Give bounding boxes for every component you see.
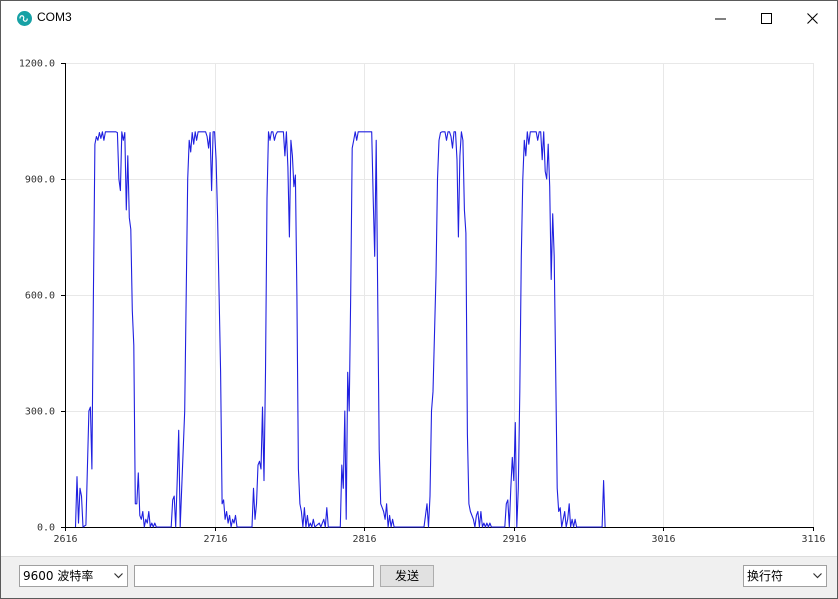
chevron-down-icon [813, 573, 822, 579]
x-tick-label: 2716 [203, 534, 227, 545]
line-ending-select[interactable]: 换行符 [743, 565, 827, 587]
y-tick-label: 0.0 [37, 523, 55, 534]
arduino-logo-icon [17, 11, 32, 26]
close-button[interactable] [790, 1, 836, 37]
y-tick-label: 300.0 [25, 407, 55, 418]
x-tick-label: 2616 [53, 534, 77, 545]
y-tick-label: 600.0 [25, 291, 55, 302]
serial-plot-chart: 0.0 300.0 600.0 900.0 1200.0 2616 2716 2816 2916… [19, 59, 826, 546]
line-ending-value: 换行符 [747, 569, 784, 583]
x-tick-label: 3016 [651, 534, 675, 545]
x-tick-label: 2816 [352, 534, 376, 545]
y-tick-label: 900.0 [25, 175, 55, 186]
series-line [74, 131, 606, 528]
minimize-button[interactable] [698, 1, 744, 37]
x-tick-label: 2916 [502, 534, 526, 545]
window-title: COM3 [37, 10, 72, 24]
minimize-icon [715, 18, 726, 20]
baud-rate-value: 9600 波特率 [23, 569, 94, 583]
send-button[interactable]: 发送 [380, 565, 434, 587]
close-icon [807, 13, 818, 24]
baud-rate-select[interactable]: 9600 波特率 [19, 565, 128, 587]
plot-area: 0.0 300.0 600.0 900.0 1200.0 2616 2716 2816 2916… [1, 37, 837, 556]
y-tick-label: 1200.0 [19, 59, 55, 70]
send-message-input[interactable] [134, 565, 374, 587]
chevron-down-icon [114, 573, 123, 579]
maximize-button[interactable] [744, 1, 790, 37]
serial-plotter-window: COM3 0.0 300.0 600.0 900.0 1200.0 2616 2716 281… [0, 0, 838, 599]
maximize-icon [761, 13, 772, 24]
title-bar[interactable]: COM3 [1, 1, 837, 37]
x-tick-label: 3116 [801, 534, 825, 545]
control-bar: 9600 波特率 发送 换行符 [1, 556, 837, 598]
